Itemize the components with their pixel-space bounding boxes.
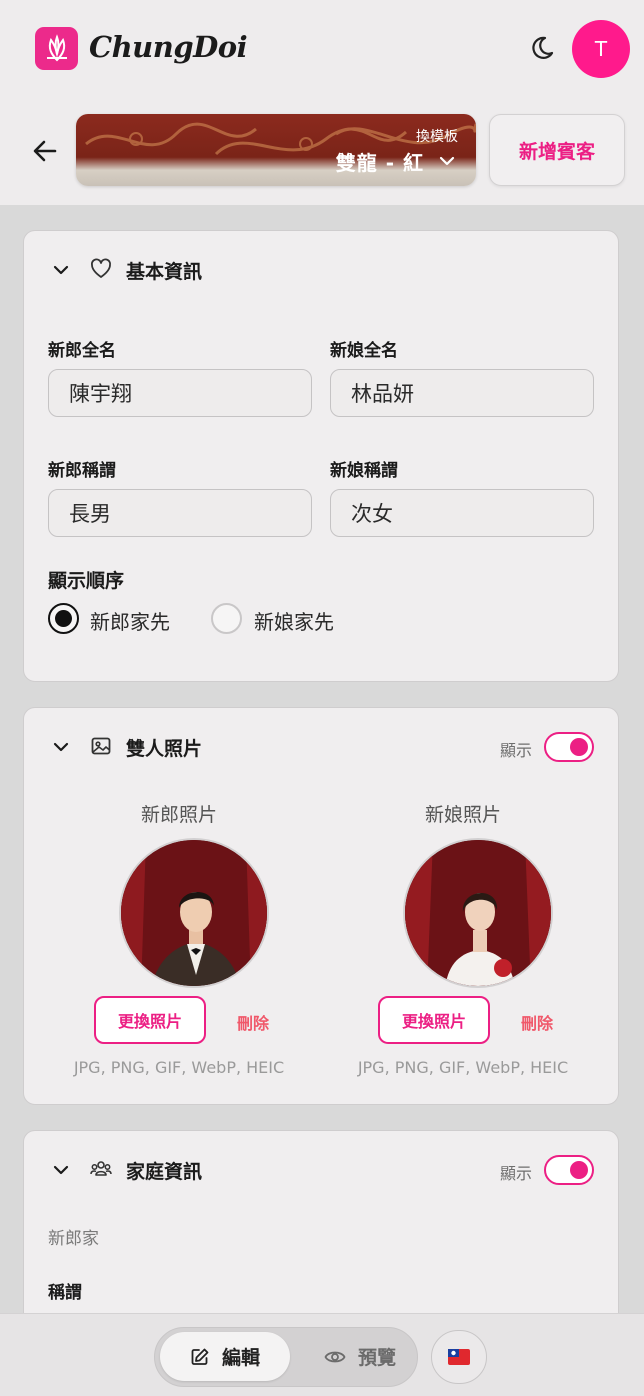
tab-preview-label: 預覽 [357, 1347, 396, 1369]
image-icon [91, 737, 111, 755]
section-title: 雙人照片 [126, 738, 203, 760]
template-switch-label: 換模板 [416, 129, 458, 145]
app-name: ChungDoi [89, 30, 248, 64]
bride-title-label: 新娘稱謂 [330, 461, 398, 481]
order-radio-groom-first[interactable] [48, 603, 79, 634]
show-toggle-label: 顯示 [499, 741, 532, 760]
language-button[interactable] [431, 1330, 487, 1384]
groom-name-field[interactable]: 陳宇翔 [48, 369, 312, 417]
chevron-down-icon[interactable] [52, 738, 70, 756]
bride-name-field[interactable]: 林品妍 [330, 369, 594, 417]
show-toggle-label: 顯示 [499, 1164, 532, 1183]
groom-title-label: 新郎稱謂 [48, 461, 116, 481]
groom-title-field[interactable]: 長男 [48, 489, 312, 537]
delete-groom-photo-button[interactable]: 刪除 [237, 1010, 269, 1034]
groom-family-label: 新郎家 [48, 1229, 99, 1249]
supported-formats: JPG, PNG, GIF, WebP, HEIC [73, 1058, 285, 1077]
bride-name-label: 新娘全名 [330, 341, 398, 361]
show-family-toggle[interactable] [544, 1155, 594, 1185]
family-info-header[interactable]: 家庭資訊 顯示 [24, 1131, 618, 1211]
couple-photos-card: 雙人照片 顯示 新郎照片 更換照片 刪除 JPG, PNG, GIF, WebP… [23, 707, 619, 1105]
toggle-knob [570, 738, 588, 756]
chevron-down-icon[interactable] [52, 261, 70, 279]
bottom-nav: 編輯 預覽 [0, 1313, 644, 1396]
chevron-down-icon [439, 156, 455, 166]
bride-photo-label: 新娘照片 [424, 804, 501, 826]
groom-name-label: 新郎全名 [48, 341, 116, 361]
order-radio-bride-first[interactable] [211, 603, 242, 634]
eye-icon [324, 1351, 346, 1362]
chevron-down-icon[interactable] [52, 1161, 70, 1179]
tab-edit-label: 編輯 [221, 1347, 260, 1369]
tab-preview[interactable]: 預覽 [305, 1332, 415, 1381]
groom-photo-section: 新郎照片 更換照片 刪除 JPG, PNG, GIF, WebP, HEIC [39, 800, 319, 1090]
top-bar: ChungDoi T 換模板 雙龍 - 紅 新增賓客 [0, 0, 644, 205]
flower-logo-icon[interactable] [35, 27, 78, 70]
users-icon [90, 1161, 112, 1176]
tab-edit[interactable]: 編輯 [160, 1332, 290, 1381]
display-order-label: 顯示順序 [48, 570, 125, 592]
supported-formats: JPG, PNG, GIF, WebP, HEIC [357, 1058, 569, 1077]
taiwan-flag-icon [448, 1349, 470, 1365]
add-guest-button[interactable]: 新增賓客 [489, 114, 625, 186]
moon-icon[interactable] [532, 34, 560, 62]
change-groom-photo-button[interactable]: 更換照片 [94, 996, 206, 1044]
groom-photo-label: 新郎照片 [140, 804, 217, 826]
heart-icon [91, 258, 111, 278]
avatar[interactable]: T [572, 20, 630, 78]
section-title: 基本資訊 [126, 261, 203, 283]
groom-photo [119, 838, 269, 988]
template-switcher[interactable]: 換模板 雙龍 - 紅 [76, 114, 476, 186]
section-title: 家庭資訊 [126, 1161, 203, 1183]
change-bride-photo-button[interactable]: 更換照片 [378, 996, 490, 1044]
couple-photos-header[interactable]: 雙人照片 顯示 [24, 708, 618, 788]
show-photos-toggle[interactable] [544, 732, 594, 762]
mode-switch: 編輯 預覽 [154, 1327, 418, 1387]
delete-bride-photo-button[interactable]: 刪除 [521, 1010, 553, 1034]
basic-info-card: 基本資訊 新郎全名 陳宇翔 新娘全名 林品妍 新郎稱謂 長男 新娘稱謂 次女 顯… [23, 230, 619, 682]
basic-info-header[interactable]: 基本資訊 [24, 231, 618, 311]
bride-photo-section: 新娘照片 更換照片 刪除 JPG, PNG, GIF, WebP, HEIC [323, 800, 603, 1090]
bride-title-field[interactable]: 次女 [330, 489, 594, 537]
arrow-left-icon[interactable] [30, 136, 60, 166]
order-option-bride-first[interactable]: 新娘家先 [254, 606, 334, 635]
bride-photo [403, 838, 553, 988]
order-option-groom-first[interactable]: 新郎家先 [90, 606, 170, 635]
family-title-label: 稱謂 [48, 1283, 82, 1303]
template-name: 雙龍 - 紅 [335, 151, 424, 175]
toggle-knob [570, 1161, 588, 1179]
edit-icon [191, 1348, 209, 1365]
